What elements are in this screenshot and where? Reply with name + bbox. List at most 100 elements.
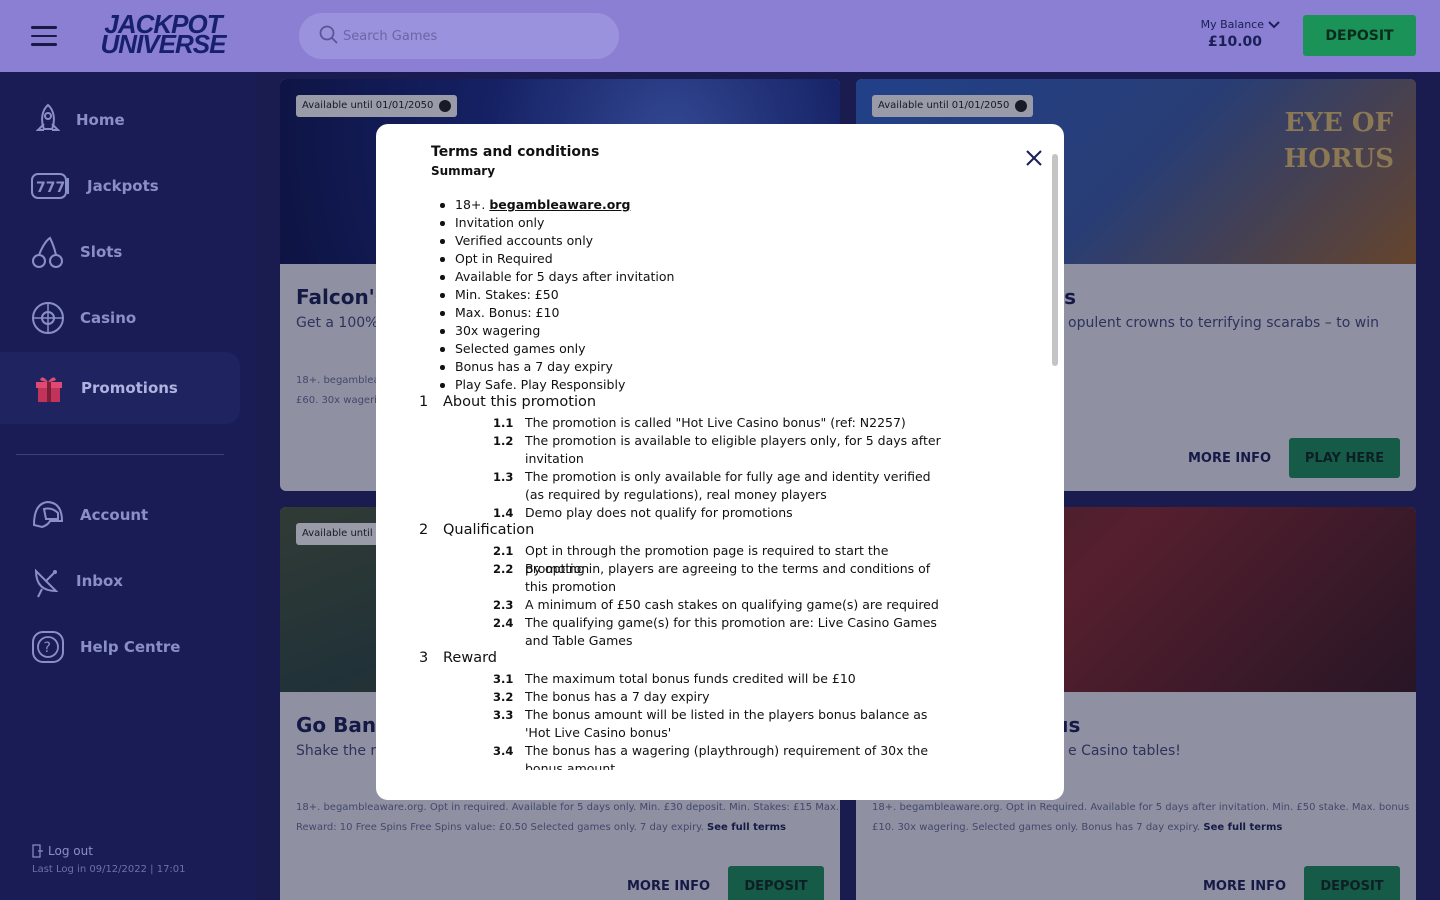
clause-text: The bonus has a wagering (playthrough) r…: [525, 743, 929, 770]
section-heading: 1 About this promotion: [419, 394, 596, 410]
sidebar-item-jackpots[interactable]: 777 Jackpots: [0, 153, 240, 219]
list-item: Invitation only: [438, 214, 674, 232]
search-bar[interactable]: [299, 13, 619, 59]
section-heading: 2 Qualification: [419, 522, 534, 538]
last-login-text: Last Log in 09/12/2022 | 17:01: [32, 864, 186, 875]
list-item: Opt in Required: [438, 250, 674, 268]
balance-widget[interactable]: My Balance £10.00: [1201, 18, 1280, 50]
clause-row: 3.3 The bonus amount will be listed in th…: [493, 706, 953, 742]
section-number: 1: [419, 394, 429, 410]
sidebar-item-label: Promotions: [81, 379, 178, 397]
section-number: 2: [419, 522, 429, 538]
sidebar-item-inbox[interactable]: Inbox: [0, 548, 240, 614]
clause-number: 3.4: [493, 744, 514, 758]
clause-number: 2.1: [493, 544, 514, 558]
list-item: Min. Stakes: £50: [438, 286, 674, 304]
list-item: Verified accounts only: [438, 232, 674, 250]
list-item: Max. Bonus: £10: [438, 304, 674, 322]
clause-text: The promotion is called "Hot Live Casino…: [525, 415, 906, 430]
clause-text: The promotion is available to eligible p…: [525, 433, 941, 466]
section-title: About this promotion: [443, 394, 597, 410]
sidebar-item-label: Help Centre: [80, 638, 181, 656]
section-number: 3: [419, 650, 429, 666]
balance-amount: £10.00: [1207, 34, 1262, 50]
clause-row: 3.1 The maximum total bonus funds credite…: [493, 670, 953, 688]
clause-number: 3.2: [493, 690, 514, 704]
header-deposit-button[interactable]: DEPOSIT: [1303, 15, 1416, 56]
clause-row: 1.3 The promotion is only available for f…: [493, 468, 953, 504]
satellite-dish-icon: [34, 568, 59, 598]
sidebar-item-label: Jackpots: [87, 177, 159, 195]
list-item: Selected games only: [438, 340, 674, 358]
cherries-icon: [32, 236, 63, 268]
section-title: Qualification: [443, 522, 535, 538]
clause-row: 3.4 The bonus has a wagering (playthrough…: [493, 742, 953, 770]
sidebar-item-label: Home: [76, 111, 125, 129]
logout-icon: [32, 844, 43, 858]
clause-number: 1.4: [493, 506, 514, 520]
clause-text: The bonus amount will be listed in the p…: [525, 707, 928, 740]
clause-number: 1.3: [493, 470, 514, 484]
modal-scrollbar-thumb[interactable]: [1052, 154, 1058, 366]
section-title: Reward: [443, 650, 497, 666]
hamburger-menu-icon[interactable]: [31, 26, 57, 46]
gift-icon: [36, 377, 62, 402]
svg-text:?: ?: [44, 640, 51, 656]
clause-row: 1.1 The promotion is called "Hot Live Cas…: [493, 414, 953, 432]
clause-text: The maximum total bonus funds credited w…: [525, 671, 856, 686]
age-restriction-text: 18+.: [455, 197, 486, 212]
sidebar-divider: [16, 454, 224, 455]
clause-row: 2.4 The qualifying game(s) for this promo…: [493, 614, 953, 650]
terms-scroll-area[interactable]: Terms and conditions Summary 18+. begamb…: [376, 124, 1046, 770]
modal-title: Terms and conditions: [431, 144, 600, 160]
site-logo[interactable]: JACKPOT UNIVERSE: [88, 11, 238, 59]
clause-text: Demo play does not qualify for promotion…: [525, 505, 793, 520]
clause-row: 1.4 Demo play does not qualify for promot…: [493, 504, 953, 522]
sidebar-item-home[interactable]: Home: [0, 87, 240, 153]
svg-text:777: 777: [36, 180, 65, 196]
clause-text: A minimum of £50 cash stakes on qualifyi…: [525, 597, 939, 612]
clause-text: The promotion is only available for full…: [525, 469, 931, 502]
chevron-down-icon[interactable]: [1268, 20, 1280, 29]
summary-list: 18+. begambleaware.org Invitation only V…: [438, 196, 674, 394]
help-icon: ?: [32, 631, 64, 663]
clause-text: By opting in, players are agreeing to th…: [525, 561, 931, 594]
begambleaware-link[interactable]: begambleaware.org: [489, 197, 630, 212]
slot-777-icon: 777: [31, 173, 69, 199]
clause-number: 1.1: [493, 416, 514, 430]
clause-number: 2.4: [493, 616, 514, 630]
roulette-icon: [32, 302, 64, 334]
sidebar-item-label: Slots: [80, 243, 123, 261]
list-item: Play Safe. Play Responsibly: [438, 376, 674, 394]
sidebar-item-account[interactable]: Account: [0, 482, 240, 548]
logout-label: Log out: [48, 844, 93, 858]
clause-row: 2.2 By opting in, players are agreeing to…: [493, 560, 953, 596]
sidebar-nav: Home 777 Jackpots Slots Casino Promotion…: [0, 72, 256, 900]
logout-link[interactable]: Log out: [32, 844, 93, 858]
search-input[interactable]: [343, 13, 603, 59]
clause-number: 2.2: [493, 562, 514, 576]
logo-line-2: UNIVERSE: [100, 29, 227, 59]
sidebar-item-label: Account: [80, 506, 149, 524]
sidebar-item-slots[interactable]: Slots: [0, 219, 240, 285]
clause-row: 3.2 The bonus has a 7 day expiry: [493, 688, 953, 706]
section-heading: 3 Reward: [419, 650, 497, 666]
clause-number: 2.3: [493, 598, 514, 612]
rocket-icon: [35, 103, 61, 131]
top-header: JACKPOT UNIVERSE My Balance £10.00 DEPOS…: [0, 0, 1440, 72]
sidebar-item-casino[interactable]: Casino: [0, 285, 240, 351]
clause-text: The bonus has a 7 day expiry: [525, 689, 710, 704]
sidebar-item-promotions[interactable]: Promotions: [0, 352, 240, 424]
sidebar-item-label: Inbox: [76, 572, 123, 590]
clause-text: The qualifying game(s) for this promotio…: [525, 615, 937, 648]
search-icon: [319, 25, 338, 44]
modal-summary-heading: Summary: [431, 164, 496, 178]
list-item: 18+. begambleaware.org: [438, 196, 674, 214]
clause-number: 3.3: [493, 708, 514, 722]
terms-modal: Terms and conditions Summary 18+. begamb…: [376, 124, 1064, 800]
clause-row: 1.2 The promotion is available to eligibl…: [493, 432, 953, 468]
list-item: 30x wagering: [438, 322, 674, 340]
clause-number: 3.1: [493, 672, 514, 686]
sidebar-item-help-centre[interactable]: ? Help Centre: [0, 614, 240, 680]
close-icon[interactable]: [1024, 148, 1044, 168]
